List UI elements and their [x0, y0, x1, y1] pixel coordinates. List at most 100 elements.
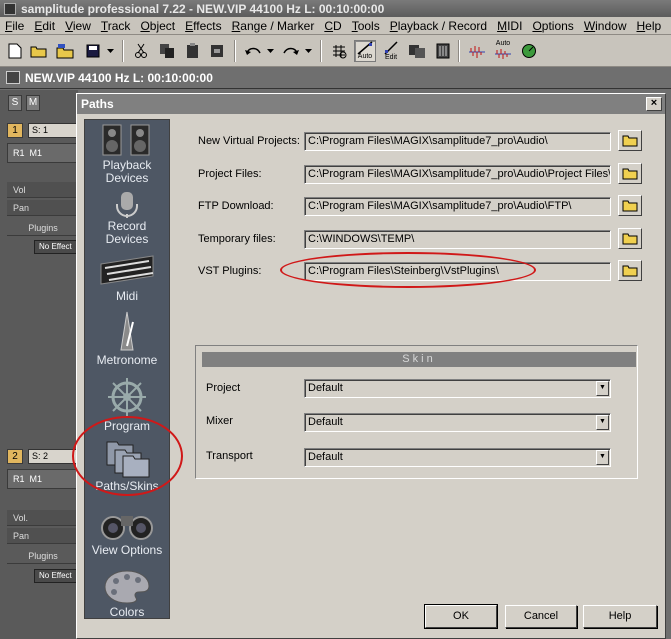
- waveform-tool-icon[interactable]: [466, 40, 488, 62]
- menu-range-marker[interactable]: Range / Marker: [227, 19, 320, 33]
- cut-icon[interactable]: [130, 40, 152, 62]
- open-project-icon[interactable]: [54, 40, 76, 62]
- mute-all-button[interactable]: M: [26, 95, 40, 111]
- skin-mixer-select[interactable]: Default ▼: [304, 413, 611, 432]
- browse-vst-plugins-button[interactable]: [618, 260, 642, 281]
- browse-temporary-files-button[interactable]: [618, 228, 642, 249]
- new-virtual-projects-path-field[interactable]: C:\Program Files\MAGIX\samplitude7_pro\A…: [304, 132, 611, 151]
- toolbar-separator: [122, 40, 124, 62]
- temporary-files-path-field[interactable]: C:\WINDOWS\TEMP\: [304, 230, 611, 249]
- skin-transport-select[interactable]: Default ▼: [304, 448, 611, 467]
- volume-label: Vol: [7, 182, 79, 198]
- redo-dropdown-icon[interactable]: [302, 40, 314, 62]
- track-number[interactable]: 1: [7, 123, 23, 138]
- menu-tools[interactable]: Tools: [347, 19, 385, 33]
- document-title-bar: NEW.VIP 44100 Hz L: 00:10:00:00: [0, 67, 671, 89]
- sidebar-item-midi[interactable]: Midi: [85, 250, 169, 303]
- undo-icon[interactable]: [242, 40, 264, 62]
- object-tool-icon[interactable]: [406, 40, 428, 62]
- skin-project-label: Project: [206, 382, 241, 394]
- volume-label: Vol.: [7, 510, 79, 526]
- new-file-icon[interactable]: [4, 40, 26, 62]
- menu-playback-record[interactable]: Playback / Record: [385, 19, 492, 33]
- close-icon[interactable]: ×: [646, 97, 662, 111]
- mixer-icon[interactable]: [432, 40, 454, 62]
- folder-icon: [622, 233, 638, 245]
- menu-file[interactable]: File: [0, 19, 29, 33]
- menu-window[interactable]: Window: [579, 19, 632, 33]
- browse-new-virtual-projects-button[interactable]: [618, 130, 642, 151]
- menu-edit[interactable]: Edit: [29, 19, 60, 33]
- undo-dropdown-icon[interactable]: [264, 40, 276, 62]
- ftp-download-path-field[interactable]: C:\Program Files\MAGIX\samplitude7_pro\A…: [304, 197, 611, 216]
- chevron-down-icon[interactable]: ▼: [596, 415, 609, 430]
- effect-slot[interactable]: No Effect: [34, 240, 79, 254]
- edit-tool-button[interactable]: Edit: [380, 40, 402, 62]
- document-title: NEW.VIP 44100 Hz L: 00:10:00:00: [25, 70, 213, 85]
- record-input-selector[interactable]: R1: [13, 148, 25, 158]
- browse-ftp-download-button[interactable]: [618, 195, 642, 216]
- binoculars-icon: [101, 516, 153, 540]
- sidebar-item-colors[interactable]: Colors: [85, 568, 169, 619]
- sidebar-item-metronome[interactable]: Metronome: [85, 310, 169, 367]
- auto-tool-button[interactable]: Auto: [354, 40, 376, 62]
- save-icon[interactable]: [82, 40, 104, 62]
- microphone-icon: [116, 192, 138, 218]
- sidebar-item-playback-devices[interactable]: Playback Devices: [85, 123, 169, 185]
- auto-waveform-button[interactable]: Auto: [492, 40, 514, 62]
- paste-icon[interactable]: [182, 40, 204, 62]
- delete-icon[interactable]: [206, 40, 228, 62]
- help-button[interactable]: Help: [583, 605, 657, 628]
- open-folder-icon[interactable]: [28, 40, 50, 62]
- redo-icon[interactable]: [280, 40, 302, 62]
- menu-object[interactable]: Object: [135, 19, 180, 33]
- vst-plugins-path-field[interactable]: C:\Program Files\Steinberg\VstPlugins\: [304, 262, 611, 281]
- copy-icon[interactable]: [156, 40, 178, 62]
- sidebar-item-record-devices[interactable]: Record Devices: [85, 192, 169, 246]
- cancel-button[interactable]: Cancel: [505, 605, 577, 628]
- sidebar-item-view-options[interactable]: View Options: [85, 508, 169, 557]
- solo-all-button[interactable]: S: [8, 95, 22, 111]
- track-routing: R1 M1: [7, 469, 79, 489]
- chevron-down-icon[interactable]: ▼: [596, 381, 609, 396]
- menu-track[interactable]: Track: [96, 19, 136, 33]
- menu-effects[interactable]: Effects: [180, 19, 226, 33]
- folders-icon: [106, 441, 150, 478]
- menu-cd[interactable]: CD: [319, 19, 346, 33]
- skin-transport-label: Transport: [206, 450, 253, 462]
- plugins-label: Plugins: [7, 220, 79, 236]
- midi-input-selector[interactable]: M1: [30, 148, 43, 158]
- settings-sidebar: Playback Devices Record Devices Midi Met…: [84, 119, 170, 619]
- skin-mixer-label: Mixer: [206, 415, 233, 427]
- auto-waveform-caption: Auto: [495, 40, 511, 47]
- grid-snap-icon[interactable]: [328, 40, 350, 62]
- dialog-title-bar: Paths: [77, 94, 665, 114]
- ok-button[interactable]: OK: [424, 604, 498, 629]
- chevron-down-icon[interactable]: ▼: [596, 450, 609, 465]
- sidebar-item-label: Colors: [109, 605, 145, 619]
- record-input-selector[interactable]: R1: [13, 474, 25, 484]
- sidebar-item-paths-skins[interactable]: Paths/Skins: [85, 438, 169, 493]
- track-name-field[interactable]: S: 2: [28, 449, 80, 464]
- menu-bar: File Edit View Track Object Effects Rang…: [0, 17, 671, 35]
- plugins-label: Plugins: [7, 548, 79, 564]
- menu-midi[interactable]: MIDI: [492, 19, 527, 33]
- sidebar-item-program[interactable]: Program: [85, 376, 169, 433]
- document-icon: [6, 71, 20, 84]
- effect-slot[interactable]: No Effect: [34, 569, 79, 583]
- skin-project-select[interactable]: Default ▼: [304, 379, 611, 398]
- sidebar-item-label: Program: [103, 419, 150, 433]
- track-number[interactable]: 2: [7, 449, 23, 464]
- project-files-path-field[interactable]: C:\Program Files\MAGIX\samplitude7_pro\A…: [304, 165, 611, 184]
- menu-options[interactable]: Options: [527, 19, 578, 33]
- menu-help[interactable]: Help: [632, 19, 667, 33]
- track-name-field[interactable]: S: 1: [28, 123, 80, 138]
- save-dropdown-icon[interactable]: [104, 40, 116, 62]
- skin-group: Skin Project Default ▼ Mixer Default ▼ T…: [195, 345, 638, 479]
- midi-input-selector[interactable]: M1: [30, 474, 43, 484]
- sidebar-item-label: View Options: [91, 543, 163, 557]
- browse-project-files-button[interactable]: [618, 163, 642, 184]
- menu-view[interactable]: View: [60, 19, 96, 33]
- sidebar-item-label: Midi: [115, 289, 138, 303]
- record-monitor-icon[interactable]: [518, 40, 540, 62]
